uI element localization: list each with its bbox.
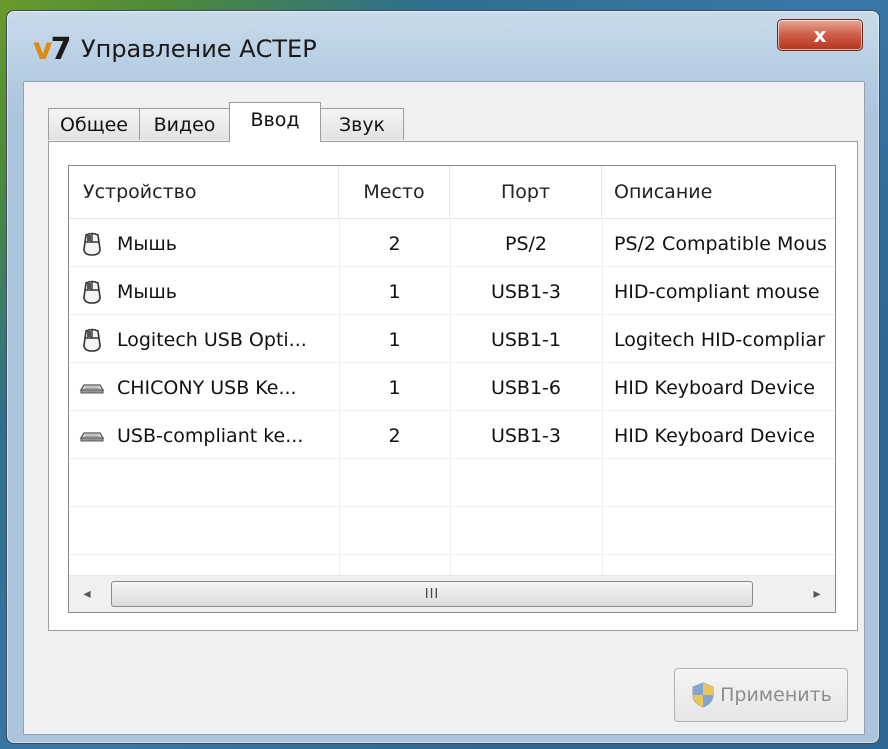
device-cell: CHICONY USB Ke...: [69, 364, 339, 412]
column-header-label: Место: [363, 181, 425, 203]
mouse-icon: [83, 232, 101, 256]
device-cell: USB-compliant ke...: [69, 412, 339, 460]
device-cell: Logitech USB Opti...: [69, 316, 339, 364]
device-name: Мышь: [117, 233, 177, 255]
device-name: USB-compliant ke...: [117, 425, 304, 447]
port-cell: USB1-6: [490, 377, 562, 399]
main-window: v7 Управление АСТЕР x Общее Видео Ввод З…: [6, 10, 880, 744]
port-cell: USB1-3: [490, 425, 562, 447]
table-row[interactable]: Мышь 1 USB1-3 HID-compliant mouse: [69, 268, 835, 316]
arrow-left-icon: ◂: [83, 586, 91, 602]
keyboard-icon: [79, 384, 105, 394]
window-content: Общее Видео Ввод Звук Устройство Место П…: [23, 81, 865, 735]
device-cell: Мышь: [69, 220, 339, 268]
description-cell: HID Keyboard Device: [614, 425, 815, 447]
tab-label: Общее: [60, 113, 128, 136]
app-logo: v7: [33, 33, 75, 67]
tab-label: Звук: [338, 113, 386, 136]
column-header-label: Порт: [500, 181, 551, 203]
description-cell: HID-compliant mouse: [614, 281, 820, 303]
device-name: Logitech USB Opti...: [117, 329, 307, 351]
row-divider: [69, 506, 835, 507]
description-cell: Logitech HID-compliar: [614, 329, 825, 351]
horizontal-scrollbar[interactable]: ◂ III ▸: [69, 575, 835, 612]
tab-label: Видео: [153, 113, 216, 136]
port-cell: USB1-3: [490, 281, 562, 303]
tab-sound[interactable]: Звук: [320, 108, 404, 140]
arrow-right-icon: ▸: [813, 586, 821, 602]
column-header-description[interactable]: Описание: [602, 166, 835, 218]
list-header: Устройство Место Порт Описание: [69, 166, 835, 219]
scroll-thumb[interactable]: III: [111, 581, 753, 607]
tab-panel-input: Устройство Место Порт Описание Мышь 2 PS…: [48, 141, 858, 631]
table-row[interactable]: USB-compliant ke... 2 USB1-3 HID Keyboar…: [69, 412, 835, 460]
tab-general[interactable]: Общее: [48, 108, 140, 140]
row-divider: [69, 554, 835, 555]
column-header-port[interactable]: Порт: [450, 166, 602, 218]
place-cell: 1: [388, 377, 401, 399]
scroll-left-button[interactable]: ◂: [69, 576, 105, 612]
column-header-place[interactable]: Место: [339, 166, 450, 218]
column-header-label: Описание: [614, 181, 713, 203]
description-cell: HID Keyboard Device: [614, 377, 815, 399]
place-cell: 2: [388, 233, 401, 255]
scroll-right-button[interactable]: ▸: [799, 576, 835, 612]
apply-button[interactable]: Применить: [674, 668, 848, 722]
shield-icon: [692, 682, 714, 708]
table-row[interactable]: Мышь 2 PS/2 PS/2 Compatible Mous: [69, 220, 835, 268]
port-cell: USB1-1: [490, 329, 562, 351]
tab-input[interactable]: Ввод: [229, 102, 321, 142]
mouse-icon: [83, 328, 101, 352]
tab-video[interactable]: Видео: [139, 108, 230, 140]
apply-button-label: Применить: [720, 684, 832, 706]
table-row[interactable]: Logitech USB Opti... 1 USB1-1 Logitech H…: [69, 316, 835, 364]
table-row[interactable]: CHICONY USB Ke... 1 USB1-6 HID Keyboard …: [69, 364, 835, 412]
device-list[interactable]: Устройство Место Порт Описание Мышь 2 PS…: [68, 165, 836, 613]
description-cell: PS/2 Compatible Mous: [614, 233, 827, 255]
column-header-label: Устройство: [83, 181, 197, 203]
title-bar[interactable]: v7 Управление АСТЕР x: [7, 11, 879, 81]
close-icon: x: [813, 23, 827, 47]
grip-icon: III: [424, 586, 440, 602]
place-cell: 2: [388, 425, 401, 447]
close-button[interactable]: x: [777, 19, 863, 51]
app-logo-v: v: [33, 32, 53, 67]
column-header-device[interactable]: Устройство: [69, 166, 339, 218]
place-cell: 1: [388, 329, 401, 351]
mouse-icon: [83, 280, 101, 304]
device-cell: Мышь: [69, 268, 339, 316]
keyboard-icon: [79, 432, 105, 442]
place-cell: 1: [388, 281, 401, 303]
app-logo-number: 7: [50, 32, 72, 67]
window-title: Управление АСТЕР: [81, 35, 317, 63]
device-name: Мышь: [117, 281, 177, 303]
tab-label: Ввод: [250, 109, 300, 131]
port-cell: PS/2: [504, 233, 547, 255]
device-name: CHICONY USB Ke...: [117, 377, 297, 399]
